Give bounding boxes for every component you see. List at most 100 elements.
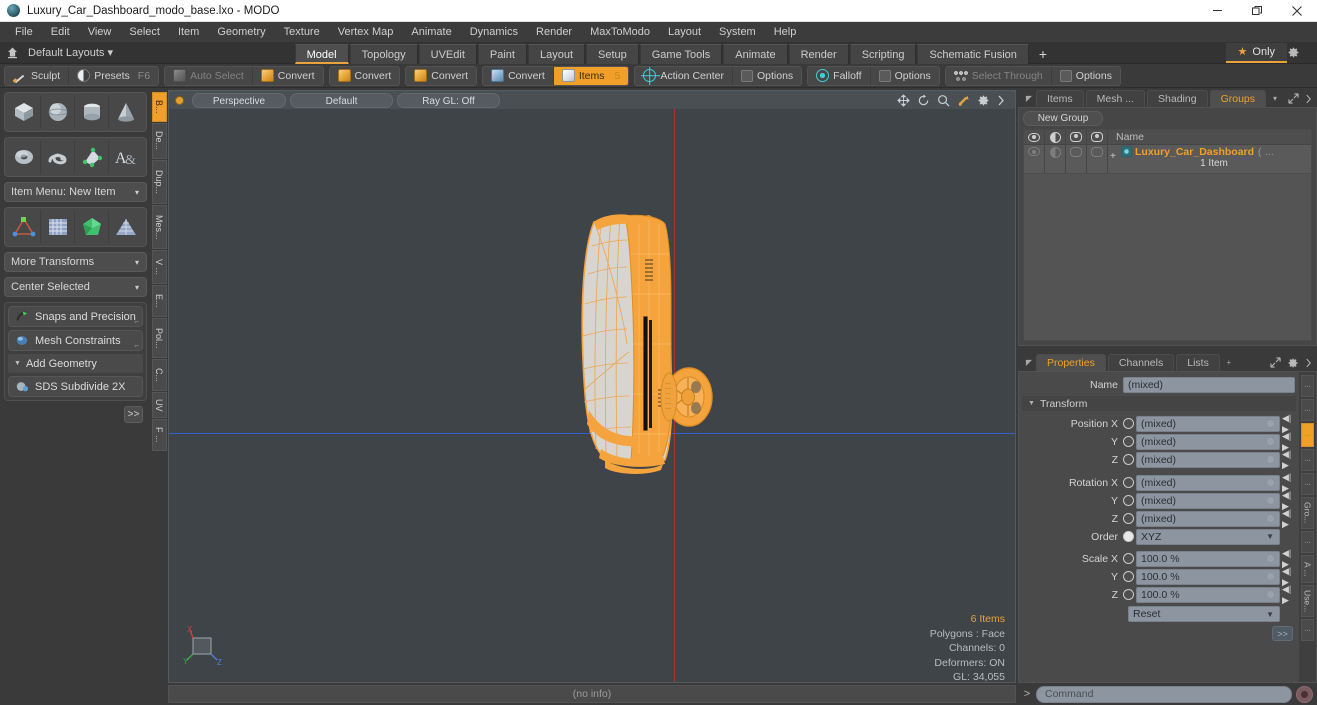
cylinder-primitive-icon[interactable]	[75, 95, 109, 129]
maximize-button[interactable]	[1237, 0, 1277, 22]
tab-lists[interactable]: Lists	[1176, 354, 1220, 371]
menu-item-select[interactable]: Select	[120, 22, 169, 42]
rotation-z-field[interactable]: (mixed)	[1136, 511, 1280, 527]
vtab-mesh-edit[interactable]: Mes...	[152, 205, 167, 249]
chevron-right-icon[interactable]	[1305, 358, 1312, 368]
auto-select-button[interactable]: Auto Select	[165, 66, 253, 86]
pvtab-assembly[interactable]: A ...	[1301, 555, 1314, 583]
menu-item-animate[interactable]: Animate	[402, 22, 460, 42]
text-primitive-icon[interactable]: A &	[109, 140, 143, 174]
scale-x-knob[interactable]	[1266, 554, 1275, 563]
select-through-button[interactable]: Select Through	[946, 66, 1052, 86]
menu-item-texture[interactable]: Texture	[275, 22, 329, 42]
menu-item-dynamics[interactable]: Dynamics	[461, 22, 527, 42]
panel-menu-icon[interactable]: ◤	[1022, 90, 1036, 107]
rotation-x-radio[interactable]	[1123, 477, 1134, 488]
rotate-icon[interactable]	[917, 94, 930, 107]
scale-x-field[interactable]: 100.0 %	[1136, 551, 1280, 567]
pvtab-7[interactable]: ⁝	[1301, 531, 1314, 553]
vtab-deform[interactable]: De...	[152, 123, 167, 159]
menu-item-file[interactable]: File	[6, 22, 42, 42]
cube-primitive-icon[interactable]	[7, 95, 41, 129]
position-y-knob[interactable]	[1266, 437, 1275, 446]
convert-polygon-button[interactable]: Convert	[406, 66, 476, 86]
grid-icon[interactable]	[41, 210, 75, 244]
scale-z-field[interactable]: 100.0 %	[1136, 587, 1280, 603]
pvtab-groups[interactable]: Gro...	[1301, 497, 1314, 529]
vtab-uv[interactable]: UV	[152, 392, 167, 418]
tab-channels[interactable]: Channels	[1108, 354, 1174, 371]
scale-x-radio[interactable]	[1123, 553, 1134, 564]
layout-tab-layout[interactable]: Layout	[528, 44, 585, 64]
panel-menu-icon[interactable]: ◤	[1022, 354, 1036, 371]
tab-shading[interactable]: Shading	[1147, 90, 1208, 107]
falloff-options-button[interactable]: Options	[871, 66, 939, 86]
plane-grid-icon[interactable]	[109, 210, 143, 244]
vtab-vertex[interactable]: V ...	[152, 250, 167, 284]
tree-expander[interactable]: +	[1110, 146, 1121, 171]
menu-item-layout[interactable]: Layout	[659, 22, 710, 42]
position-x-radio[interactable]	[1123, 418, 1134, 429]
tab-mesh[interactable]: Mesh ...	[1086, 90, 1145, 107]
convert-edge-button[interactable]: Convert	[330, 66, 400, 86]
chevron-down-icon[interactable]: ▾	[1268, 90, 1282, 107]
column-select[interactable]	[1087, 130, 1108, 145]
convert-vertex-button[interactable]: Convert	[253, 66, 323, 86]
expand-icon[interactable]	[1270, 357, 1281, 368]
menu-item-system[interactable]: System	[710, 22, 765, 42]
minimize-button[interactable]	[1197, 0, 1237, 22]
gear-icon[interactable]	[1287, 46, 1313, 59]
home-icon[interactable]	[0, 42, 24, 64]
menu-item-view[interactable]: View	[79, 22, 121, 42]
scale-z-stepper[interactable]: ◀|▶	[1282, 584, 1295, 606]
position-z-field[interactable]: (mixed)	[1136, 452, 1280, 468]
sculpt-button[interactable]: Sculpt	[5, 66, 69, 86]
scale-y-radio[interactable]	[1123, 571, 1134, 582]
pvtab-2[interactable]: ⁝	[1301, 399, 1314, 421]
layout-tab-animate[interactable]: Animate	[723, 44, 787, 64]
pan-icon[interactable]	[897, 94, 910, 107]
position-z-stepper[interactable]: ◀|▶	[1282, 449, 1295, 471]
gear-icon[interactable]	[977, 94, 990, 107]
presets-button[interactable]: Presets F6	[69, 66, 158, 86]
convert-material-button[interactable]: Convert	[483, 66, 554, 86]
groups-tree[interactable]: Name + Luxury_Car_Dashboard(...	[1023, 129, 1312, 341]
layout-tab-uvedit[interactable]: UVEdit	[419, 44, 477, 64]
rotation-y-field[interactable]: (mixed)	[1136, 493, 1280, 509]
rotation-y-knob[interactable]	[1266, 496, 1275, 505]
menu-item-vertex-map[interactable]: Vertex Map	[329, 22, 403, 42]
command-input[interactable]: Command	[1036, 686, 1292, 703]
sphere-primitive-icon[interactable]	[41, 95, 75, 129]
select-through-options-button[interactable]: Options	[1052, 66, 1120, 86]
more-transforms-dropdown[interactable]: More Transforms ▾	[4, 252, 147, 272]
position-z-radio[interactable]	[1123, 454, 1134, 465]
reset-dropdown[interactable]: Reset▼	[1128, 606, 1280, 622]
falloff-button[interactable]: Falloff	[808, 66, 870, 86]
left-panel-expand-button[interactable]: >>	[124, 406, 143, 423]
chevron-right-icon[interactable]	[1305, 94, 1312, 104]
default-layouts-dropdown[interactable]: Default Layouts ▾	[24, 46, 125, 59]
properties-expand-button[interactable]: >>	[1272, 626, 1293, 641]
rotation-z-stepper[interactable]: ◀|▶	[1282, 508, 1295, 530]
menu-item-item[interactable]: Item	[169, 22, 208, 42]
menu-item-geometry[interactable]: Geometry	[208, 22, 274, 42]
record-icon[interactable]	[1296, 686, 1313, 703]
vtab-edge[interactable]: E...	[152, 285, 167, 317]
scale-y-knob[interactable]	[1266, 572, 1275, 581]
menu-item-maxtomodo[interactable]: MaxToModo	[581, 22, 659, 42]
tab-items[interactable]: Items	[1036, 90, 1084, 107]
add-properties-tab-button[interactable]: +	[1222, 354, 1236, 371]
spiral-primitive-icon[interactable]	[41, 140, 75, 174]
center-selected-dropdown[interactable]: Center Selected ▾	[4, 277, 147, 297]
viewport-dot[interactable]	[175, 96, 184, 105]
scale-z-radio[interactable]	[1123, 589, 1134, 600]
add-geometry-section[interactable]: ▼ Add Geometry	[8, 354, 143, 373]
layout-tab-paint[interactable]: Paint	[478, 44, 527, 64]
pvtab-1[interactable]: ⁝	[1301, 375, 1314, 397]
pvtab-5[interactable]: ⁝	[1301, 473, 1314, 495]
cone-primitive-icon[interactable]	[109, 95, 143, 129]
pvtab-4[interactable]: ⁝	[1301, 449, 1314, 471]
rotation-x-knob[interactable]	[1266, 478, 1275, 487]
pvtab-10[interactable]: ⁝	[1301, 619, 1314, 641]
position-y-radio[interactable]	[1123, 436, 1134, 447]
